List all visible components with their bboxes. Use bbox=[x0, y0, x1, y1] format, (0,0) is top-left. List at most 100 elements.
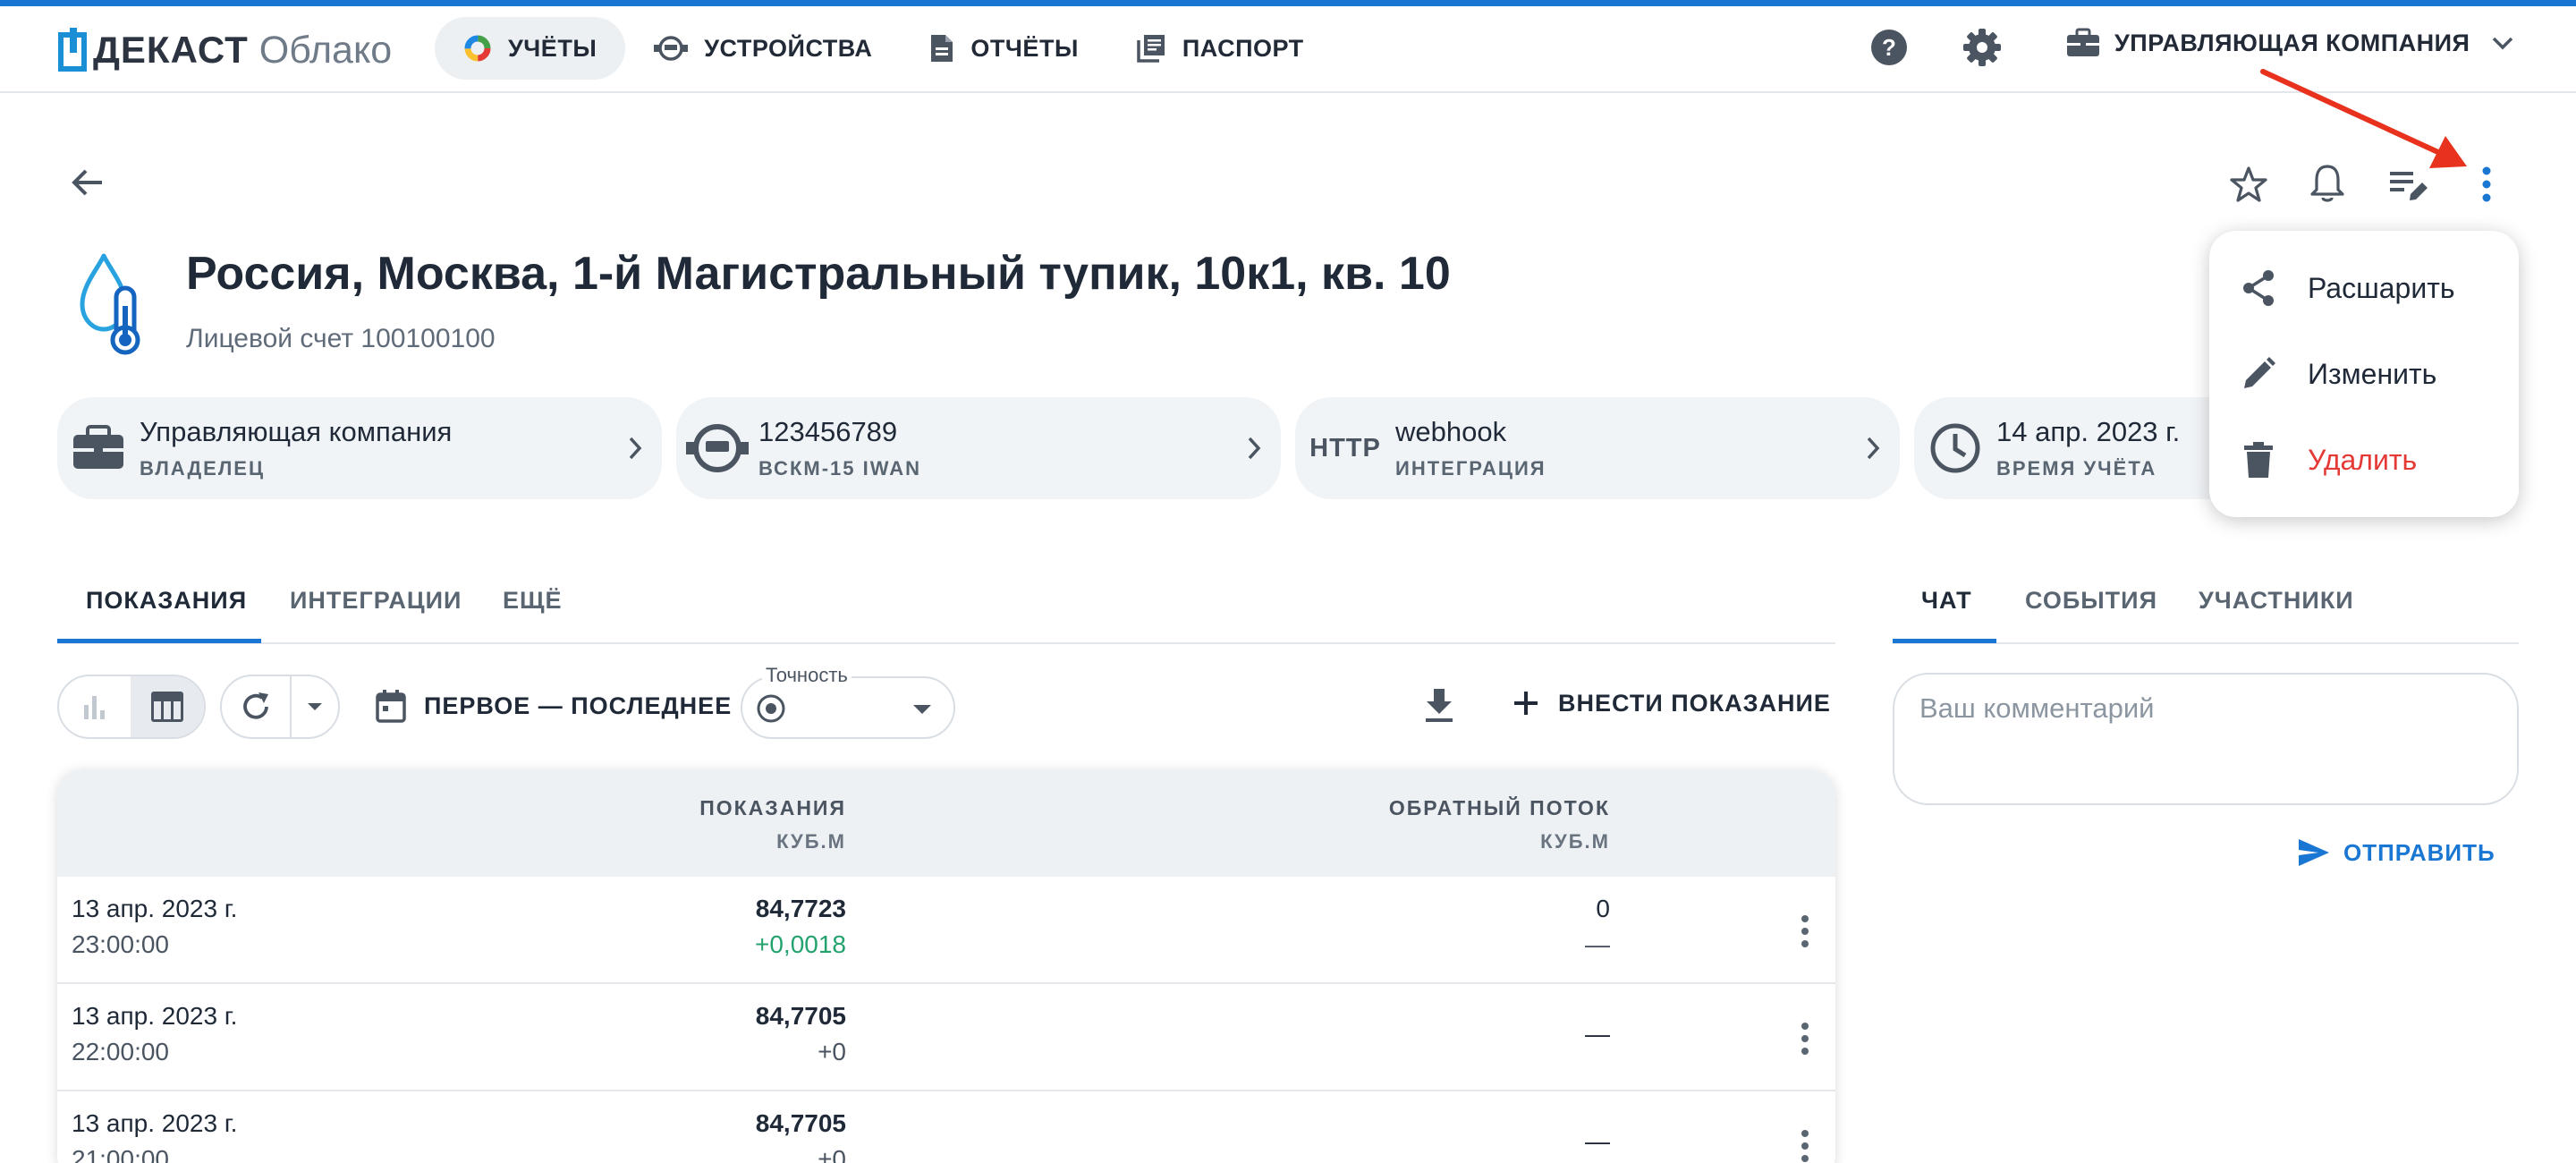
precision-label: Точность bbox=[762, 664, 852, 687]
row-reverse-value: 0 bbox=[1596, 895, 1610, 922]
nav-item-label: УЧЁТЫ bbox=[508, 34, 597, 62]
nav-item-passport[interactable]: ПАСПОРТ bbox=[1107, 17, 1333, 80]
library-icon bbox=[1137, 35, 1165, 63]
menu-item-label: Расшарить bbox=[2308, 271, 2455, 304]
download-icon bbox=[1426, 689, 1453, 722]
comment-input[interactable]: Ваш комментарий bbox=[1893, 673, 2519, 805]
table-row[interactable]: 13 апр. 2023 г. 21:00:00 84,7705 +0 — bbox=[57, 1091, 1835, 1163]
plus-icon bbox=[1514, 692, 1538, 715]
menu-item-delete[interactable]: Удалить bbox=[2209, 417, 2519, 503]
table-view-button[interactable] bbox=[131, 676, 204, 737]
add-reading-button[interactable]: ВНЕСТИ ПОКАЗАНИЕ bbox=[1512, 689, 1831, 717]
period-label: ПЕРВОЕ — ПОСЛЕДНЕЕ bbox=[424, 692, 733, 719]
menu-item-share[interactable]: Расшарить bbox=[2209, 245, 2519, 331]
column-header-readings[interactable]: ПОКАЗАНИЯ bbox=[699, 796, 846, 820]
row-reading-value: 84,7723 bbox=[755, 895, 846, 922]
http-icon: HTTP bbox=[1309, 433, 1381, 463]
water-temperature-icon bbox=[77, 252, 154, 356]
chevron-right-icon bbox=[1846, 435, 1900, 462]
chip-subtitle: ИНТЕГРАЦИЯ bbox=[1395, 457, 1546, 480]
chip-subtitle: ВСКМ-15 IWAN bbox=[758, 457, 922, 480]
owner-chip[interactable]: Управляющая компания ВЛАДЕЛЕЦ bbox=[57, 397, 662, 499]
arrow-left-icon bbox=[72, 169, 102, 196]
share-icon bbox=[2243, 270, 2274, 306]
table-icon bbox=[151, 692, 184, 722]
meter-icon bbox=[654, 36, 689, 61]
page-subtitle: Лицевой счет 100100100 bbox=[186, 324, 496, 353]
nav-item-label: ПАСПОРТ bbox=[1182, 34, 1304, 62]
tab-readings[interactable]: ПОКАЗАНИЯ bbox=[86, 587, 247, 615]
main-nav: УЧЁТЫ УСТРОЙСТВА ОТЧЁТЫ ПАСПОРТ bbox=[435, 17, 1333, 80]
menu-item-label: Изменить bbox=[2308, 357, 2437, 390]
app-logo[interactable]: ДЕКАСТ Облако bbox=[57, 28, 392, 72]
send-button[interactable]: ОТПРАВИТЬ bbox=[2297, 837, 2496, 868]
row-date: 13 апр. 2023 г. bbox=[72, 895, 238, 922]
send-icon bbox=[2299, 839, 2329, 866]
table-header: ПОКАЗАНИЯ КУБ.М ОБРАТНЫЙ ПОТОК КУБ.М bbox=[57, 769, 1835, 877]
row-reading-value: 84,7705 bbox=[755, 1109, 846, 1137]
tab-integrations[interactable]: ИНТЕГРАЦИИ bbox=[290, 587, 462, 615]
tab-participants[interactable]: УЧАСТНИКИ bbox=[2199, 587, 2354, 615]
column-header-reverse-flow[interactable]: ОБРАТНЫЙ ПОТОК bbox=[1389, 796, 1610, 820]
precision-select[interactable]: Точность bbox=[741, 664, 955, 739]
top-navigation-bar: ДЕКАСТ Облако УЧЁТЫ УСТРОЙСТВА ОТЧЁТЫ ПА… bbox=[0, 6, 2576, 93]
nav-item-reports[interactable]: ОТЧЁТЫ bbox=[901, 17, 1106, 80]
svg-text:?: ? bbox=[1882, 34, 1896, 61]
tab-events[interactable]: СОБЫТИЯ bbox=[2025, 587, 2157, 615]
refresh-control bbox=[220, 675, 340, 739]
refresh-button[interactable] bbox=[222, 676, 292, 737]
send-label: ОТПРАВИТЬ bbox=[2343, 838, 2496, 866]
tab-more[interactable]: ЕЩЁ bbox=[503, 587, 563, 615]
table-row[interactable]: 13 апр. 2023 г. 23:00:00 84,7723 +0,0018… bbox=[57, 877, 1835, 984]
row-date: 13 апр. 2023 г. bbox=[72, 1109, 238, 1137]
row-time: 23:00:00 bbox=[72, 930, 169, 958]
chevron-right-icon bbox=[608, 435, 662, 462]
chevron-down-icon bbox=[2493, 37, 2513, 50]
add-reading-label: ВНЕСТИ ПОКАЗАНИЕ bbox=[1558, 689, 1831, 717]
tab-active-indicator bbox=[57, 639, 261, 643]
row-reading-delta: +0 bbox=[818, 1145, 846, 1163]
briefcase-icon bbox=[57, 424, 140, 472]
chip-title: webhook bbox=[1395, 416, 1507, 447]
company-label: УПРАВЛЯЮЩАЯ КОМПАНИЯ bbox=[2114, 29, 2470, 56]
caret-down-icon bbox=[913, 705, 931, 714]
nav-item-accounts[interactable]: УЧЁТЫ bbox=[435, 17, 626, 80]
settings-button[interactable] bbox=[1962, 28, 2002, 67]
refresh-interval-dropdown[interactable] bbox=[292, 676, 338, 737]
menu-item-edit[interactable]: Изменить bbox=[2209, 331, 2519, 417]
row-reading-value: 84,7705 bbox=[755, 1002, 846, 1030]
logo-word: ДЕКАСТ bbox=[93, 29, 249, 71]
page-title: Россия, Москва, 1-й Магистральный тупик,… bbox=[186, 248, 1451, 300]
gear-icon bbox=[1963, 29, 2001, 66]
chip-title: Управляющая компания bbox=[140, 416, 453, 447]
integration-chip[interactable]: HTTP webhook ИНТЕГРАЦИЯ bbox=[1295, 397, 1900, 499]
help-icon: ? bbox=[1871, 30, 1907, 65]
bar-chart-icon bbox=[84, 696, 106, 719]
device-chip[interactable]: 123456789 ВСКМ-15 IWAN bbox=[676, 397, 1281, 499]
chip-title: 123456789 bbox=[758, 416, 898, 447]
table-row[interactable]: 13 апр. 2023 г. 22:00:00 84,7705 +0 — bbox=[57, 984, 1835, 1091]
nav-item-label: УСТРОЙСТВА bbox=[704, 34, 873, 62]
back-button[interactable] bbox=[70, 165, 106, 200]
nav-item-devices[interactable]: УСТРОЙСТВА bbox=[625, 17, 901, 80]
company-selector[interactable]: УПРАВЛЯЮЩАЯ КОМПАНИЯ bbox=[2066, 28, 2514, 58]
logo-subtitle: Облако bbox=[258, 28, 393, 72]
briefcase-icon bbox=[2067, 28, 2099, 56]
period-selector[interactable]: ПЕРВОЕ — ПОСЛЕДНЕЕ bbox=[376, 689, 732, 723]
logo-mark-icon bbox=[58, 28, 87, 72]
comment-placeholder: Ваш комментарий bbox=[1919, 692, 2155, 724]
meter-icon bbox=[676, 421, 758, 475]
download-button[interactable] bbox=[1422, 687, 1456, 725]
tab-chat[interactable]: ЧАТ bbox=[1921, 587, 1972, 615]
more-vertical-icon[interactable] bbox=[1796, 1129, 1814, 1163]
row-reading-delta: +0 bbox=[818, 1038, 846, 1065]
more-vertical-icon[interactable] bbox=[1796, 914, 1814, 948]
help-button[interactable]: ? bbox=[1869, 28, 1909, 67]
more-vertical-icon[interactable] bbox=[1796, 1022, 1814, 1056]
document-icon bbox=[931, 35, 953, 62]
annotation-arrow-icon bbox=[2260, 69, 2467, 168]
chevron-right-icon bbox=[1227, 435, 1281, 462]
chart-view-button[interactable] bbox=[59, 676, 131, 737]
nav-item-label: ОТЧЁТЫ bbox=[970, 34, 1079, 62]
row-date: 13 апр. 2023 г. bbox=[72, 1002, 238, 1030]
